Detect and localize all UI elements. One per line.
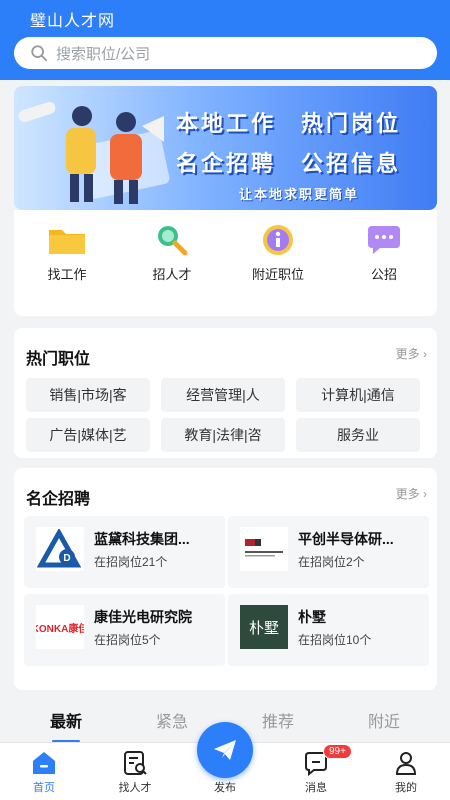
search-icon [31,45,48,62]
promo-banner[interactable]: 本地工作 热门岗位 名企招聘 公招信息 让本地求职更简单 [14,86,437,210]
banner-line-1: 本地工作 热门岗位 [176,111,402,136]
nav-label: 首页 [33,782,55,794]
job-tag[interactable]: 计算机|通信 [296,378,420,412]
job-tag[interactable]: 经营管理|人 [161,378,285,412]
tab-latest[interactable]: 最新 [26,708,106,732]
nav-mine[interactable]: 我的 [374,749,438,795]
chevron-right-icon: › [423,347,427,361]
landai-logo: D [36,527,84,571]
job-tag[interactable]: 销售|市场|客 [26,378,150,412]
quick-nav-find-job[interactable]: 找工作 [27,224,107,283]
hot-jobs-more-link[interactable]: 更多 › [396,345,427,362]
section-title: 名企招聘 [26,491,91,508]
quick-nav-find-talent[interactable]: 招人才 [132,224,212,283]
quick-nav-label: 找工作 [47,267,87,282]
app-header: 璧山人才网 搜索职位/公司 [0,0,450,80]
company-card[interactable]: KONKA康佳 康佳光电研究院 在招岗位5个 [24,594,225,666]
home-icon [33,752,55,774]
paper-plane-icon [214,740,236,760]
company-job-count: 在招岗位10个 [298,633,372,647]
company-name: 康佳光电研究院 [94,609,192,625]
famous-companies-section: 名企招聘 更多 › D 蓝黛科技集团... 在招岗位21个 平创半导体研... … [14,468,437,690]
quick-nav-label: 附近职位 [251,267,304,282]
company-name: 朴墅 [298,609,326,625]
message-count-badge: 99+ [323,744,352,759]
svg-text:D: D [63,553,70,564]
companies-more-link[interactable]: 更多 › [396,485,427,502]
quick-nav-nearby-jobs[interactable]: 附近职位 [238,224,318,283]
company-name: 平创半导体研... [298,531,394,547]
nav-home[interactable]: 首页 [12,749,76,795]
tab-urgent[interactable]: 紧急 [132,708,212,732]
company-card[interactable]: 平创半导体研... 在招岗位2个 [228,516,429,588]
more-label: 更多 [395,347,420,361]
company-job-count: 在招岗位2个 [298,555,365,569]
company-card[interactable]: 朴墅 朴墅 在招岗位10个 [228,594,429,666]
quick-nav-label: 招人才 [152,267,192,282]
nav-label: 找人才 [118,782,152,794]
search-placeholder: 搜索职位/公司 [56,45,151,63]
konka-logo: KONKA康佳 [36,605,84,649]
section-title: 热门职位 [26,351,91,368]
chevron-right-icon: › [423,487,427,501]
chat-bubble-icon [368,226,400,254]
nav-find-talent[interactable]: 找人才 [103,749,167,795]
pushu-logo: 朴墅 [240,605,288,649]
nav-label: 消息 [305,782,327,794]
quick-nav-public-recruit[interactable]: 公招 [344,224,424,283]
more-label: 更多 [395,487,420,501]
app-title: 璧山人才网 [30,13,116,30]
job-tag[interactable]: 教育|法律|咨 [161,418,285,452]
company-card[interactable]: D 蓝黛科技集团... 在招岗位21个 [24,516,225,588]
company-job-count: 在招岗位5个 [94,633,161,647]
job-tag[interactable]: 服务业 [296,418,420,452]
tab-nearby[interactable]: 附近 [344,708,424,732]
quick-nav: 找工作 招人才 附近职位 公招 [14,210,437,316]
search-input[interactable]: 搜索职位/公司 [14,37,437,69]
tab-recommended[interactable]: 推荐 [238,708,318,732]
nav-label: 我的 [395,782,417,794]
company-name: 蓝黛科技集团... [94,531,190,547]
magnifier-icon [158,226,188,256]
publish-label: 发布 [214,782,236,794]
user-icon [395,752,417,775]
quick-nav-label: 公招 [370,267,397,282]
info-icon [263,225,293,255]
hot-jobs-section: 热门职位 更多 › 销售|市场|客 经营管理|人 计算机|通信 广告|媒体|艺 … [14,328,437,458]
banner-illustration [18,101,170,204]
pingchuang-logo [240,527,288,571]
publish-button[interactable] [197,722,253,778]
banner-line-2: 名企招聘 公招信息 [176,151,402,176]
banner-slogan: 让本地求职更简单 [239,187,360,202]
company-job-count: 在招岗位21个 [94,555,168,569]
job-tag[interactable]: 广告|媒体|艺 [26,418,150,452]
resume-search-icon [124,751,147,775]
folder-icon [49,230,85,254]
